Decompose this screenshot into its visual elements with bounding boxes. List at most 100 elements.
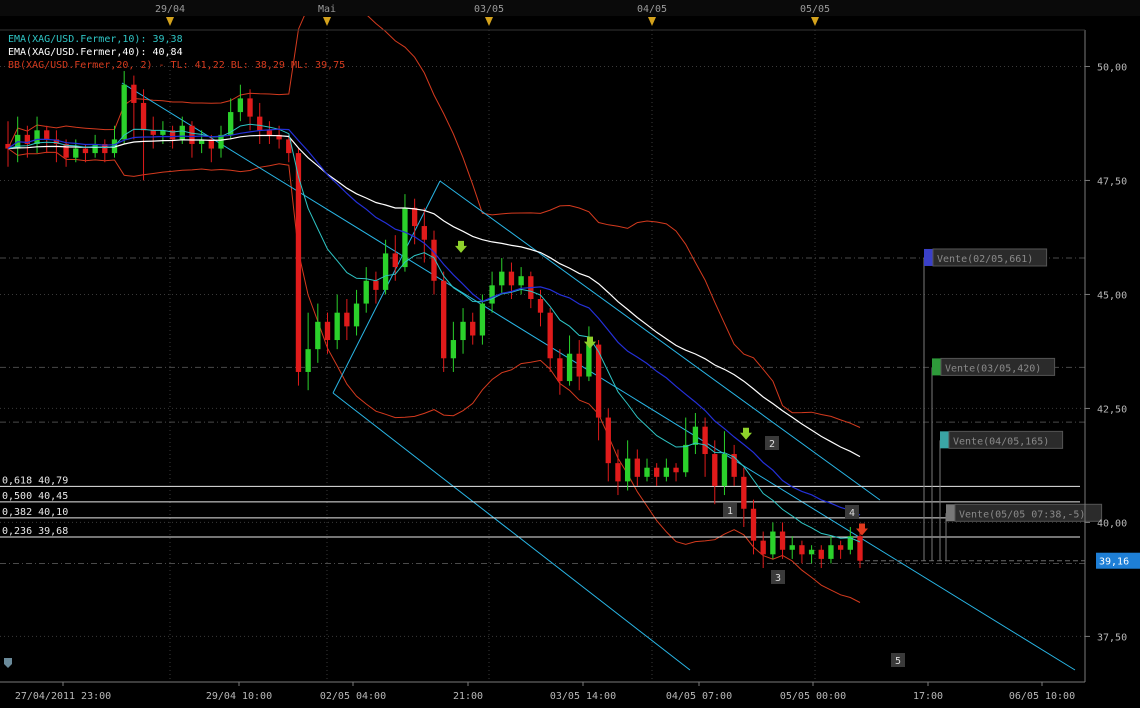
candle-body (818, 549, 824, 559)
y-tick-label: 45,00 (1097, 290, 1127, 301)
candle-body (237, 98, 244, 113)
candle-body (586, 344, 592, 377)
candle-body (808, 549, 815, 555)
candle-body (441, 280, 447, 359)
x-tick-label: 02/05 04:00 (320, 691, 386, 702)
candle-body (450, 340, 457, 359)
order-label: Vente(05/05 07:38,-5) (959, 509, 1085, 520)
candle-body (82, 148, 89, 154)
order-label: Vente(02/05,661) (937, 254, 1033, 265)
candle-body (615, 463, 621, 482)
candle-body (634, 458, 640, 477)
top-date-label: 03/05 (474, 4, 504, 15)
candle-body (702, 426, 708, 455)
x-tick-label: 05/05 00:00 (780, 691, 846, 702)
candle-body (624, 458, 631, 482)
fib-level-label: 0,382 40,10 (2, 507, 68, 518)
price-chart[interactable]: 0,618 40,79 0,500 40,45 0,382 40,10 0,236 3… (0, 0, 1140, 708)
candle-body (779, 531, 786, 550)
wave-label: 4 (849, 508, 855, 519)
y-tick-label: 40,00 (1097, 518, 1127, 529)
legend-entry: BB(XAG/USD.Fermer,20, 2) - TL: 41,22 BL:… (8, 60, 345, 71)
candle-body (663, 467, 670, 477)
x-tick-label: 21:00 (453, 691, 483, 702)
candle-body (654, 467, 660, 477)
top-date-label: Mai (318, 4, 336, 15)
y-tick-label: 42,50 (1097, 404, 1127, 415)
x-tick-label: 04/05 07:00 (666, 691, 732, 702)
candle-body (750, 508, 757, 541)
candle-body (721, 454, 728, 486)
candle-body (266, 130, 273, 135)
candle-body (189, 125, 195, 144)
y-tick-label: 50,00 (1097, 62, 1127, 73)
candle-body (334, 312, 340, 341)
candle-body (344, 312, 350, 327)
legend-entry: EMA(XAG/USD.Fermer,10): 39,38 (8, 34, 183, 45)
candle-body (373, 280, 379, 290)
x-tick-label: 29/04 10:00 (206, 691, 272, 702)
order-label: Vente(04/05,165) (953, 436, 1049, 447)
x-tick-label: 03/05 14:00 (550, 691, 616, 702)
candle-body (392, 253, 398, 268)
candle-body (179, 125, 185, 140)
candle-body (837, 545, 844, 550)
x-tick-label: 27/04/2011 23:00 (15, 691, 111, 702)
legend-entry: EMA(XAG/USD.Fermer,40): 40,84 (8, 47, 183, 58)
wave-label: 5 (895, 656, 901, 667)
candle-body (315, 321, 321, 350)
candle-body (644, 467, 650, 477)
top-date-label: 05/05 (800, 4, 830, 15)
y-tick-label: 37,50 (1097, 632, 1127, 643)
candle-body (470, 321, 476, 336)
candle-body (257, 116, 263, 131)
candle-body (121, 84, 127, 140)
order-flag (940, 431, 949, 449)
candle-body (150, 130, 156, 135)
candle-body (73, 148, 79, 158)
candle-body (131, 84, 137, 103)
candle-body (576, 353, 582, 377)
fib-level-label: 0,618 40,79 (2, 475, 68, 486)
wave-label: 2 (769, 439, 775, 450)
candle-body (421, 226, 427, 240)
candle-body (857, 536, 863, 561)
candle-body (683, 444, 689, 473)
order-flag (946, 504, 955, 522)
candle-body (828, 545, 834, 559)
candle-body (799, 545, 805, 555)
candle-body (741, 476, 747, 509)
top-date-label: 04/05 (637, 4, 667, 15)
candle-body (363, 280, 369, 304)
candle-body (295, 153, 302, 372)
candle-body (489, 285, 495, 304)
candle-body (673, 467, 679, 473)
candle-body (92, 143, 98, 154)
x-tick-label: 06/05 10:00 (1009, 691, 1075, 702)
candle-body (402, 207, 408, 268)
top-date-label: 29/04 (155, 4, 185, 15)
candle-body (324, 321, 331, 341)
current-price-label: 39,16 (1099, 557, 1129, 568)
candle-body (605, 417, 611, 464)
order-flag (932, 358, 941, 376)
candle-body (140, 102, 147, 131)
candle-body (692, 426, 699, 445)
order-flag (924, 248, 933, 266)
candle-body (557, 358, 563, 382)
fib-level-label: 0,236 39,68 (2, 526, 68, 537)
candle-body (247, 98, 253, 117)
candle-body (760, 540, 766, 555)
candle-body (547, 312, 553, 359)
candle-body (789, 545, 795, 550)
order-label: Vente(03/05,420) (945, 363, 1041, 374)
candle-body (353, 303, 360, 327)
y-tick-label: 47,50 (1097, 176, 1127, 187)
candle-body (479, 303, 486, 336)
candle-body (460, 321, 466, 341)
candle-body (537, 299, 544, 313)
x-tick-label: 17:00 (913, 691, 943, 702)
candle-body (411, 207, 418, 227)
candle-body (63, 143, 69, 158)
candle-body (712, 454, 718, 486)
